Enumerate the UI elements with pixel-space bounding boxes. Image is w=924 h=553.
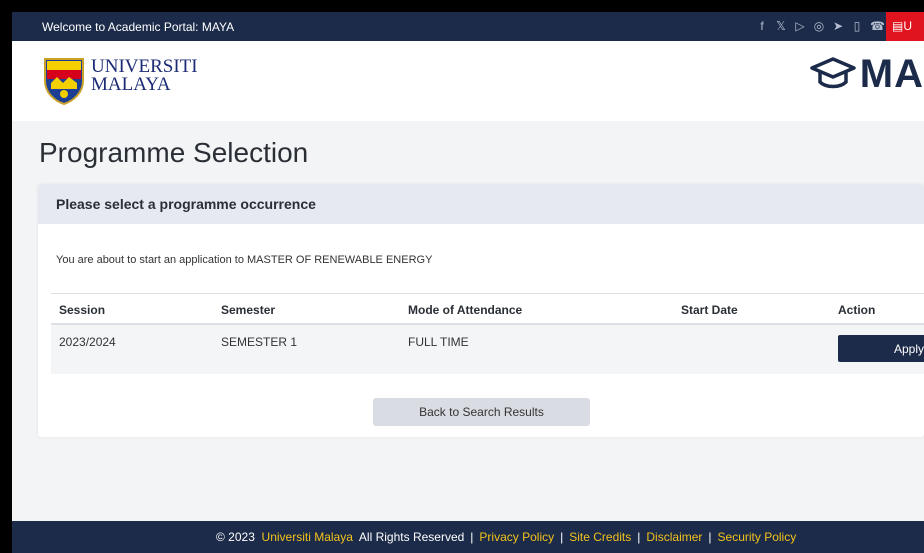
site-credits-link[interactable]: Site Credits bbox=[569, 530, 631, 544]
apply-button[interactable]: Apply bbox=[838, 335, 924, 362]
maya-logo-text: MA bbox=[859, 51, 924, 96]
top-bar: Welcome to Academic Portal: MAYA f 𝕏 ▷ ◎… bbox=[12, 12, 924, 41]
separator: | bbox=[470, 530, 474, 544]
footer-text: © 2023 Universiti Malaya All Rights Rese… bbox=[216, 530, 796, 544]
header-start-date: Start Date bbox=[681, 303, 738, 317]
phone-icon[interactable]: ☎ bbox=[870, 18, 885, 34]
cell-semester: SEMESTER 1 bbox=[221, 335, 298, 349]
welcome-text: Welcome to Academic Portal: MAYA bbox=[42, 20, 235, 34]
header-mode: Mode of Attendance bbox=[408, 303, 523, 317]
separator: | bbox=[637, 530, 641, 544]
brand-line-2: MALAYA bbox=[91, 74, 171, 95]
graduation-cap-icon bbox=[810, 57, 856, 89]
telegram-icon[interactable]: ➤ bbox=[832, 18, 844, 34]
youtube-icon[interactable]: ▷ bbox=[794, 18, 806, 34]
facebook-icon[interactable]: f bbox=[756, 18, 768, 34]
table-row: 2023/2024 SEMESTER 1 FULL TIME Apply bbox=[51, 325, 924, 374]
header-action: Action bbox=[838, 303, 876, 317]
social-icons: f 𝕏 ▷ ◎ ➤ ▯ ☎ bbox=[756, 18, 885, 34]
privacy-policy-link[interactable]: Privacy Policy bbox=[479, 530, 554, 544]
cell-mode: FULL TIME bbox=[408, 335, 469, 349]
card-heading: Please select a programme occurrence bbox=[38, 184, 924, 224]
tablet-icon[interactable]: ▯ bbox=[851, 18, 863, 34]
cell-session: 2023/2024 bbox=[59, 335, 116, 349]
university-name: UNIVERSITI MALAYA bbox=[91, 57, 198, 95]
site-header: UNIVERSITI MALAYA MA bbox=[12, 41, 924, 121]
site-footer: © 2023 Universiti Malaya All Rights Rese… bbox=[12, 521, 924, 553]
university-crest-icon[interactable] bbox=[43, 57, 85, 105]
chat-icon: ▤ bbox=[892, 19, 904, 33]
instagram-icon[interactable]: ◎ bbox=[813, 18, 825, 34]
separator: | bbox=[560, 530, 564, 544]
maya-logo[interactable]: MA bbox=[810, 51, 924, 97]
occurrence-table: Session Semester Mode of Attendance Star… bbox=[51, 293, 924, 374]
intro-text: You are about to start an application to… bbox=[56, 254, 433, 266]
rights-text: All Rights Reserved bbox=[358, 530, 465, 544]
table-header: Session Semester Mode of Attendance Star… bbox=[51, 293, 924, 325]
chat-button[interactable]: ▤U bbox=[886, 12, 924, 41]
twitter-icon[interactable]: 𝕏 bbox=[775, 18, 787, 34]
chat-button-label: U bbox=[903, 19, 913, 33]
page-title: Programme Selection bbox=[39, 137, 309, 168]
header-session: Session bbox=[59, 303, 106, 317]
browser-viewport: Welcome to Academic Portal: MAYA f 𝕏 ▷ ◎… bbox=[12, 12, 924, 553]
programme-card: Please select a programme occurrence You… bbox=[38, 184, 924, 437]
disclaimer-link[interactable]: Disclaimer bbox=[646, 530, 702, 544]
separator: | bbox=[708, 530, 712, 544]
header-semester: Semester bbox=[221, 303, 276, 317]
university-link[interactable]: Universiti Malaya bbox=[262, 530, 353, 544]
copyright-text: © 2023 bbox=[216, 530, 255, 544]
back-to-search-button[interactable]: Back to Search Results bbox=[373, 398, 590, 426]
security-policy-link[interactable]: Security Policy bbox=[718, 530, 797, 544]
